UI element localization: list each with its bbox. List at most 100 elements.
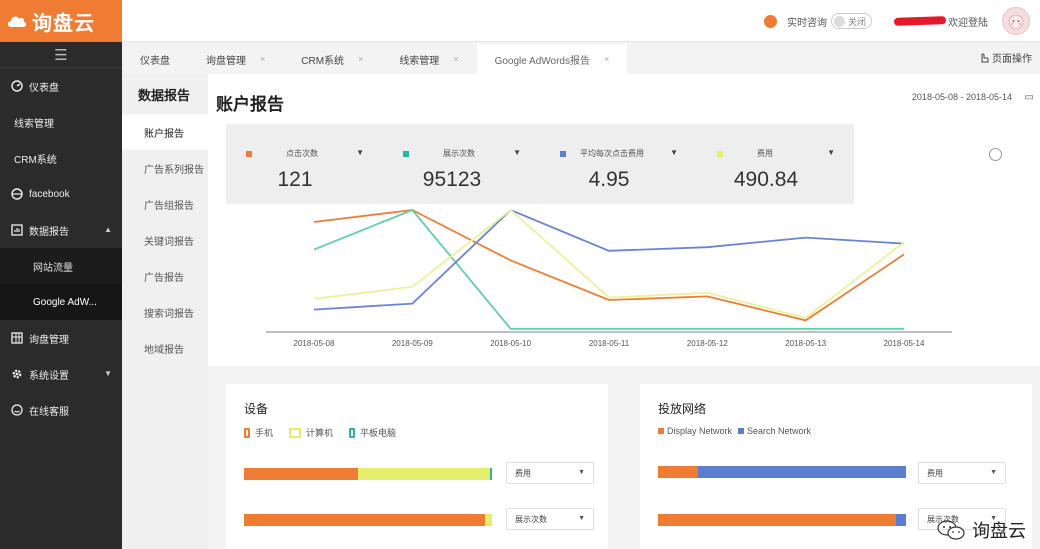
smiley-icon[interactable] [989, 148, 1002, 161]
metric-color-swatch [717, 150, 723, 157]
trend-line-chart: 2018-05-08 2018-05-09 2018-05-10 2018-05-11… [266, 208, 952, 348]
subnav-item-ad-report[interactable]: 广告报告 [122, 258, 208, 294]
metric-label: 展示次数 [443, 149, 475, 158]
tab-leads[interactable]: 线索管理 × [381, 44, 476, 74]
select-value: 费用 [927, 468, 943, 478]
sidebar-item-data-reports[interactable]: 数据报告 ▲ [0, 212, 122, 248]
cloud-logo-icon [8, 16, 27, 27]
subnav-title: 数据报告 [138, 87, 191, 103]
legend-item[interactable]: Search Network [738, 426, 811, 436]
caret-down-icon[interactable]: ▼ [827, 148, 835, 157]
left-sidebar: ☰ 仪表盘 线索管理 CRM系统 facebook 数据报告 ▲ 网站流量 Go… [0, 42, 122, 549]
redacted-username [893, 16, 947, 26]
sidebar-item-facebook[interactable]: facebook [0, 176, 122, 212]
bar-segment [697, 466, 906, 478]
toggle-label: 关闭 [847, 16, 866, 27]
caret-down-icon: ▼ [104, 369, 112, 378]
sidebar-item-dashboard[interactable]: 仪表盘 [0, 68, 122, 104]
metric-value: 95123 [422, 168, 482, 191]
close-icon[interactable]: × [453, 54, 458, 64]
legend-item[interactable]: 手机 [244, 426, 273, 439]
device-metric-select-1[interactable]: 费用 ▼ [506, 462, 594, 484]
caret-down-icon[interactable]: ▼ [513, 148, 521, 157]
brand-logo[interactable]: 询盘云 [0, 0, 122, 42]
menu-toggle-icon[interactable]: ☰ [0, 42, 122, 68]
brand-name: 询盘云 [32, 12, 95, 35]
tab-crm[interactable]: CRM系统 × [283, 44, 381, 74]
legend-label: 手机 [255, 428, 274, 438]
date-range-picker[interactable]: 2018-05-08 - 2018-05-14 [912, 92, 1012, 102]
device-metric-select-2[interactable]: 展示次数 ▼ [506, 508, 594, 530]
tablet-icon [349, 427, 356, 438]
device-impressions-bar [244, 514, 492, 526]
metric-color-swatch [560, 150, 566, 157]
sidebar-item-label: CRM系统 [14, 154, 57, 166]
x-tick-label: 2018-05-13 [785, 339, 826, 348]
close-icon[interactable]: × [260, 54, 265, 64]
welcome-text: 欢迎登陆 [948, 17, 988, 29]
page-operations-button[interactable]: 页面操作 [979, 50, 1032, 65]
device-cost-bar [244, 468, 492, 480]
metric-impressions: 展示次数 ▼ 95123 [383, 124, 540, 204]
subnav-item-account-report[interactable]: 账户报告 [122, 114, 208, 150]
notification-icon[interactable] [763, 14, 777, 28]
select-value: 展示次数 [515, 514, 547, 524]
hand-pointer-icon [981, 53, 989, 63]
sidebar-item-settings[interactable]: 系统设置 ▼ [0, 356, 122, 392]
user-avatar[interactable] [1002, 7, 1030, 35]
sidebar-item-crm[interactable]: CRM系统 [0, 140, 122, 176]
sidebar-subitem-site-traffic[interactable]: 网站流量 [0, 248, 122, 284]
tab-google-adwords[interactable]: Google AdWords报告 × [476, 44, 628, 74]
metric-header[interactable]: 费用 ▼ [717, 148, 835, 159]
network-metric-select-1[interactable]: 费用 ▼ [918, 462, 1006, 484]
realtime-label: 实时咨询 [786, 17, 827, 29]
sidebar-item-leads[interactable]: 线索管理 [0, 104, 122, 140]
tab-label: 询盘管理 [206, 55, 246, 67]
bar-segment [244, 514, 485, 526]
caret-down-icon[interactable]: ▼ [356, 148, 364, 157]
close-icon[interactable]: × [358, 54, 363, 64]
network-cost-bar [658, 466, 906, 478]
caret-up-icon: ▲ [104, 225, 112, 234]
sidebar-subitem-label: Google AdW... [33, 296, 97, 308]
sidebar-subitem-google-adwords[interactable]: Google AdW... [0, 284, 122, 320]
subnav-item-search-term-report[interactable]: 搜索词报告 [122, 294, 208, 330]
device-panel: 设备 手机 计算机 平板电脑 费用 ▼ 展示次数 ▼ [226, 384, 608, 549]
app-root: 询盘云 实时咨询 关闭 欢迎登陆 ☰ 仪表盘 线索管理 CRM系统 facebo… [0, 0, 1040, 549]
bar-segment [244, 468, 359, 480]
legend-swatch [658, 428, 664, 434]
x-tick-label: 2018-05-10 [490, 339, 531, 348]
gear-icon [10, 367, 24, 381]
realtime-toggle[interactable]: 关闭 [830, 13, 872, 29]
metric-header[interactable]: 展示次数 ▼ [403, 148, 521, 159]
caret-down-icon[interactable]: ▼ [670, 148, 678, 157]
subnav-item-keyword-report[interactable]: 关键词报告 [122, 222, 208, 258]
sidebar-item-inquiry[interactable]: 询盘管理 [0, 320, 122, 356]
metric-header[interactable]: 点击次数 ▼ [246, 148, 364, 159]
sidebar-item-online-service[interactable]: 在线客服 [0, 392, 122, 428]
tab-label: 仪表盘 [140, 55, 170, 67]
calendar-icon[interactable]: ▭ [1025, 92, 1034, 103]
metric-label: 平均每次点击费用 [580, 149, 644, 158]
legend-label: 计算机 [306, 428, 334, 438]
sidebar-item-label: 在线客服 [29, 406, 69, 418]
subnav-item-campaign-report[interactable]: 广告系列报告 [122, 150, 208, 186]
metric-header[interactable]: 平均每次点击费用 ▼ [560, 148, 678, 159]
x-tick-label: 2018-05-11 [589, 339, 630, 348]
page-ops-label: 页面操作 [992, 54, 1032, 65]
legend-item[interactable]: Display Network [658, 426, 732, 436]
tab-inquiry[interactable]: 询盘管理 × [188, 44, 283, 74]
legend-label: Search Network [747, 426, 812, 436]
report-subnav: 数据报告 账户报告 广告系列报告 广告组报告 关键词报告 广告报告 搜索词报告 … [122, 74, 208, 549]
subnav-item-geo-report[interactable]: 地域报告 [122, 330, 208, 366]
sidebar-item-label: 系统设置 [29, 370, 69, 382]
sidebar-item-label: facebook [29, 188, 70, 200]
metric-clicks: 点击次数 ▼ 121 [226, 124, 383, 204]
subnav-item-adgroup-report[interactable]: 广告组报告 [122, 186, 208, 222]
close-icon[interactable]: × [604, 54, 609, 64]
bar-segment [658, 514, 897, 526]
legend-item[interactable]: 平板电脑 [349, 426, 396, 439]
tab-dashboard[interactable]: 仪表盘 [122, 44, 188, 74]
service-icon [10, 403, 24, 417]
legend-item[interactable]: 计算机 [289, 426, 333, 439]
